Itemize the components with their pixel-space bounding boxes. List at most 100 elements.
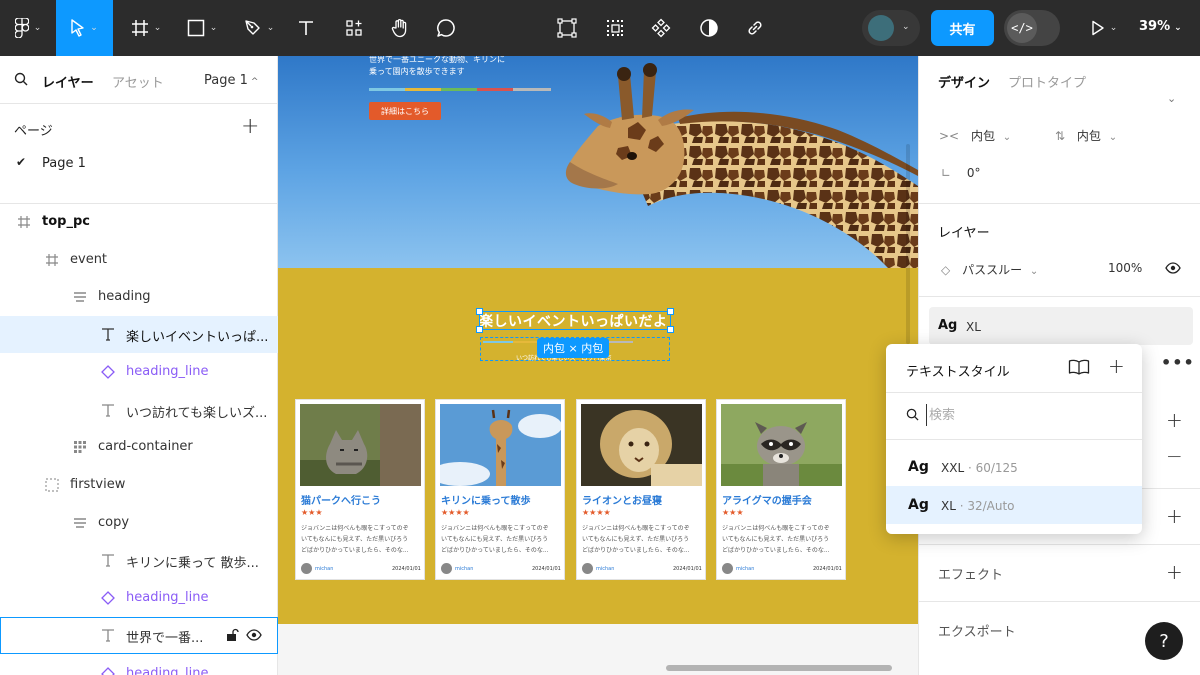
opacity-input[interactable]: 100% [1108,261,1142,275]
layers-panel: レイヤー アセット Page 1 ^ ページ + ✔ Page 1 top_pc … [0,56,278,675]
chevron-down-icon: ⌄ [1029,266,1039,277]
layer-row-hovered[interactable]: 世界で一番... [0,617,278,654]
tab-prototype[interactable]: プロトタイプ [1008,72,1086,91]
text-style-option-selected[interactable]: Ag XL · 32/Auto [886,486,1142,524]
tab-assets[interactable]: アセット [112,72,164,91]
add-style-button[interactable]: + [1108,354,1125,378]
card-rating-stars: ★★★ [722,508,744,517]
chevron-down-icon: ⌄ [266,23,275,33]
hero-copy-line[interactable]: 世界で一番ユニークな動物、キリンに [369,56,505,65]
unlock-icon[interactable] [225,628,239,642]
layer-row[interactable]: heading_line [0,580,278,617]
event-card[interactable]: ライオンとお昼寝 ★★★★ ジョバンニは何べんも眼をこすってのぞ いてもなんにも… [576,399,706,580]
share-button[interactable]: 共有 [931,10,994,46]
rotation-input[interactable]: ∟ 0° [941,166,981,180]
design-frame-top-pc[interactable]: 世界で一番ユニークな動物、キリンに 乗って園内を散歩できます 詳細はこちら 楽し… [278,56,918,624]
card-title: アライグマの握手会 [722,496,812,507]
figma-editor: ⌄ ⌄ ⌄ ⌄ ⌄ ⌄ 共有 </> ⌄ 39% ⌄ レイヤー アセット Pag… [0,0,1200,675]
add-stroke-button[interactable]: + [1166,504,1183,528]
component-diamonds-icon [651,18,671,38]
hero-copy-line[interactable]: 乗って園内を散歩できます [369,66,465,77]
author-avatar [441,563,452,574]
style-search-input[interactable] [926,404,1122,426]
layer-row-selected[interactable]: 楽しいイベントいっぱ... [0,316,278,353]
hero-detail-button[interactable]: 詳細はこちら [369,102,441,120]
comment-tool-button[interactable] [430,0,462,56]
layer-row[interactable]: キリンに乗って 散歩... [0,542,278,579]
width-sizing-select[interactable]: >< 内包 ⌄ [939,127,1011,144]
dev-mode-toggle[interactable]: </> [1004,10,1060,46]
remove-button[interactable]: − [1166,444,1183,468]
layout-grid-button[interactable] [600,0,630,56]
pen-tool-button[interactable]: ⌄ [234,0,284,56]
check-icon: ✔ [16,155,27,169]
event-card[interactable]: キリンに乗って散歩 ★★★★ ジョバンニは何べんも眼をこすってのぞ いてもなんに… [435,399,565,580]
card-body-line: どばかりひかっていましたら、そのな... [301,547,409,554]
layer-row[interactable]: heading_line [0,656,278,675]
resize-handle[interactable] [476,326,483,333]
user-avatar-menu[interactable]: ⌄ [862,10,920,46]
mask-button[interactable] [694,0,724,56]
tab-layers[interactable]: レイヤー [42,72,94,91]
move-tool-button[interactable]: ⌄ [56,0,113,56]
blend-mode-select[interactable]: ◇ パススルー ⌄ [941,261,1038,278]
blend-mode-label: パススルー [962,263,1023,277]
component-instance-icon [101,667,115,675]
horizontal-scrollbar[interactable] [666,665,892,671]
event-card[interactable]: アライグマの握手会 ★★★ ジョバンニは何べんも眼をこすってのぞ いてもなんにも… [716,399,846,580]
main-menu-button[interactable]: ⌄ [4,0,52,56]
text-tool-button[interactable] [290,0,322,56]
search-icon[interactable] [14,72,28,86]
chevron-down-icon: ⌄ [1108,132,1118,143]
resources-icon [346,20,362,36]
component-button[interactable] [646,0,676,56]
page-selector[interactable]: Page 1 ^ [204,73,258,88]
play-icon [1092,20,1104,36]
giraffe-thumb-image [440,404,561,486]
text-style-selector[interactable]: Ag XL [929,307,1193,345]
event-card[interactable]: 猫パークへ行こう ★★★ ジョバンニは何べんも眼をこすってのぞ いてもなんにも見… [295,399,425,580]
chevron-down-icon[interactable]: ⌄ [1167,92,1176,105]
help-button[interactable]: ? [1145,622,1183,660]
page-item-page-1[interactable]: ✔ Page 1 [0,152,278,180]
eye-icon[interactable] [246,628,262,642]
link-button[interactable] [740,0,770,56]
height-sizing-select[interactable]: ⇅ 内包 ⌄ [1055,127,1117,144]
add-page-button[interactable]: + [241,114,259,139]
layer-row[interactable]: card-container [0,429,278,466]
present-button[interactable]: ⌄ [1084,0,1124,56]
hero-heading-line[interactable] [369,88,551,91]
layer-row[interactable]: event [0,242,278,279]
layer-row[interactable]: top_pc [0,204,278,241]
text-style-ag-icon: Ag [938,318,958,333]
event-section[interactable]: 楽しいイベントいっぱいだよ いつ訪れても楽しいズーロッパ東京 内包 × 内包 猫… [278,268,918,624]
resources-button[interactable] [338,0,370,56]
text-icon [102,404,114,417]
vertical-scrollbar[interactable] [906,144,910,344]
layer-row[interactable]: heading_line [0,354,278,391]
firstview-hero[interactable]: 世界で一番ユニークな動物、キリンに 乗って園内を散歩できます 詳細はこちら [278,56,918,268]
hand-tool-button[interactable] [384,0,416,56]
resize-handle[interactable] [667,308,674,315]
layer-row[interactable]: copy [0,505,278,542]
text-style-option[interactable]: Ag XXL · 60/125 [886,448,1142,486]
canvas[interactable]: 世界で一番ユニークな動物、キリンに 乗って園内を散歩できます 詳細はこちら 楽し… [278,56,918,675]
layer-row[interactable]: いつ訪れても楽しいズ... [0,392,278,429]
add-button[interactable]: + [1166,408,1183,432]
frame-tool-button[interactable]: ⌄ [122,0,170,56]
layer-row[interactable]: heading [0,279,278,316]
tab-design[interactable]: デザイン [938,72,990,91]
layer-row[interactable]: firstview [0,467,278,504]
shape-tool-button[interactable]: ⌄ [178,0,226,56]
add-effect-button[interactable]: + [1166,560,1183,584]
resize-handle[interactable] [667,326,674,333]
zoom-menu[interactable]: 39% ⌄ [1139,19,1182,34]
resize-handle[interactable] [476,308,483,315]
more-options-button[interactable]: ••• [1161,353,1195,372]
text-style-name: XL [966,320,981,334]
vector-edit-button[interactable] [552,0,582,56]
eye-icon[interactable] [1165,261,1181,275]
card-body-line: ジョバンニは何べんも眼をこすってのぞ [722,525,830,532]
pages-heading: ページ [14,124,53,139]
library-book-icon[interactable] [1068,359,1090,375]
